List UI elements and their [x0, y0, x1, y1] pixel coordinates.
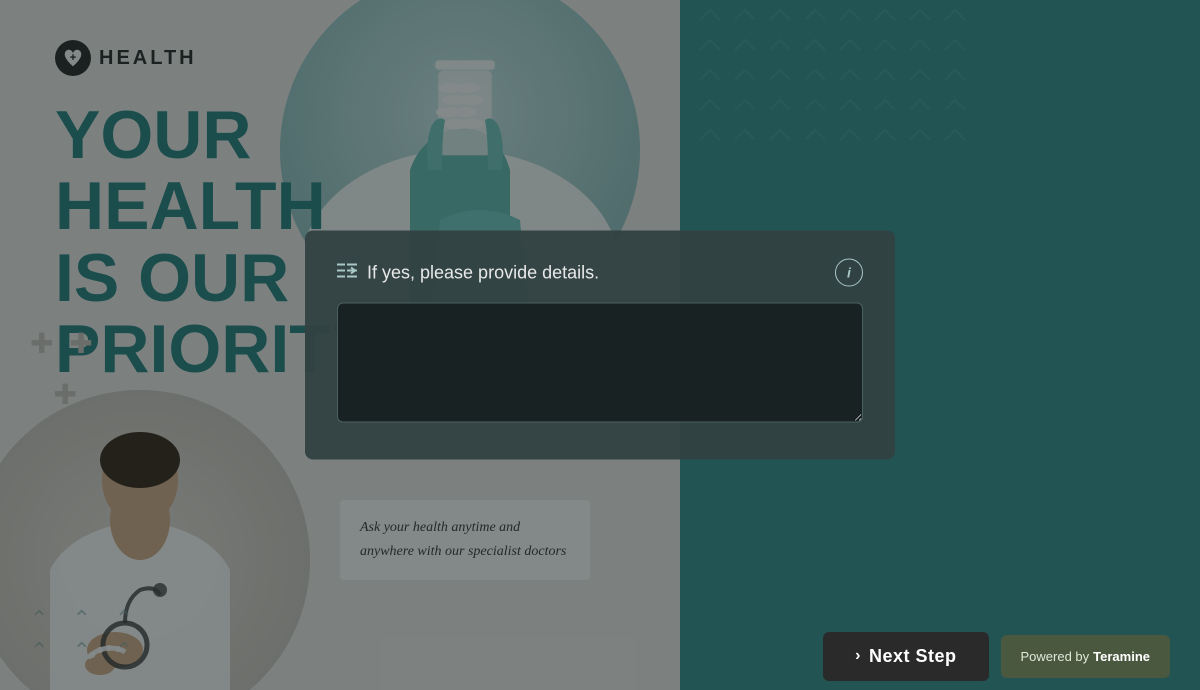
powered-by-badge: Powered by Teramine [1001, 635, 1171, 678]
powered-by-brand: Teramine [1093, 649, 1150, 664]
next-step-button[interactable]: › Next Step [823, 632, 988, 681]
modal-dialog: If yes, please provide details. i [305, 231, 895, 460]
modal-title-row: If yes, please provide details. [337, 262, 599, 283]
info-icon-button[interactable]: i [835, 259, 863, 287]
modal-title: If yes, please provide details. [367, 262, 599, 283]
details-textarea[interactable] [337, 303, 863, 423]
bottom-bar: › Next Step Powered by Teramine [0, 622, 1200, 690]
next-step-label: Next Step [869, 646, 957, 667]
powered-by-prefix: Powered by [1021, 649, 1090, 664]
list-icon [337, 262, 357, 283]
next-step-arrow: › [855, 647, 861, 665]
modal-header: If yes, please provide details. i [337, 259, 863, 287]
modal-overlay: If yes, please provide details. i [0, 0, 1200, 690]
